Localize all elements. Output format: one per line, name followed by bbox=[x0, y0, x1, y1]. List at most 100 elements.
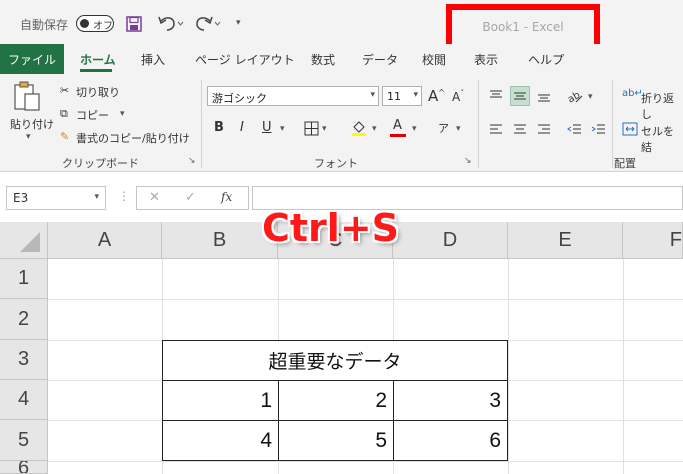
customize-qat-icon[interactable]: ▾ bbox=[236, 18, 241, 28]
copy-button[interactable]: コピー bbox=[76, 107, 109, 123]
font-size-dropdown-icon: ▾ bbox=[413, 90, 418, 100]
tab-insert[interactable]: 挿入 bbox=[141, 44, 165, 74]
autosave-label: 自動保存 bbox=[20, 18, 69, 32]
cell-d5[interactable]: 6 bbox=[393, 420, 508, 461]
font-launcher-icon[interactable]: ↘ bbox=[464, 156, 472, 166]
formula-buttons: ✕ ✓ fx bbox=[136, 186, 249, 210]
row-header-1[interactable]: 1 bbox=[0, 259, 48, 299]
paste-icon[interactable] bbox=[12, 80, 42, 115]
autosave-state: オフ bbox=[93, 21, 113, 32]
cut-button[interactable]: 切り取り bbox=[76, 84, 120, 100]
format-painter-button[interactable]: 書式のコピー/貼り付け bbox=[76, 130, 190, 146]
phonetic-button[interactable]: ア bbox=[438, 120, 449, 136]
column-header-e[interactable]: E bbox=[508, 222, 623, 259]
tab-review[interactable]: 校閲 bbox=[422, 44, 446, 74]
name-box-dropdown-icon: ▾ bbox=[94, 192, 99, 202]
svg-text:ab: ab bbox=[566, 90, 582, 104]
cell-b3-merged-title[interactable]: 超重要なデータ bbox=[162, 340, 508, 381]
increase-indent-icon[interactable] bbox=[590, 121, 606, 140]
clipboard-group-label: クリップボード bbox=[62, 157, 139, 170]
format-painter-icon[interactable]: ✎ bbox=[60, 130, 69, 143]
font-group-label: フォント bbox=[314, 157, 358, 170]
column-header-a[interactable]: A bbox=[48, 222, 162, 259]
phonetic-dropdown-icon[interactable]: ▾ bbox=[456, 124, 461, 134]
paste-dropdown-icon[interactable]: ▾ bbox=[26, 132, 31, 142]
name-box-value: E3 bbox=[13, 191, 29, 205]
row-header-2[interactable]: 2 bbox=[0, 299, 48, 340]
paste-button[interactable]: 貼り付け bbox=[10, 116, 54, 132]
cancel-icon[interactable]: ✕ bbox=[149, 190, 160, 205]
decrease-indent-icon[interactable] bbox=[566, 121, 582, 140]
font-color-dropdown-icon[interactable]: ▾ bbox=[412, 124, 417, 134]
gridline bbox=[48, 299, 683, 300]
name-box[interactable]: E3 ▾ bbox=[6, 186, 106, 210]
column-header-f[interactable]: F bbox=[623, 222, 683, 259]
group-divider bbox=[201, 80, 202, 168]
align-top-icon[interactable] bbox=[488, 88, 504, 107]
borders-icon[interactable] bbox=[304, 121, 319, 139]
grow-font-button[interactable]: A^ bbox=[428, 87, 445, 105]
tab-file[interactable]: ファイル bbox=[0, 44, 64, 74]
merge-center-button[interactable]: セルを結 bbox=[641, 123, 683, 155]
copy-icon[interactable]: ⧉ bbox=[60, 107, 68, 121]
row-header-3[interactable]: 3 bbox=[0, 340, 48, 380]
autosave-toggle[interactable]: オフ bbox=[76, 15, 114, 32]
italic-button[interactable]: I bbox=[240, 120, 244, 135]
window-title: Book1 - Excel bbox=[482, 20, 564, 34]
group-divider bbox=[612, 80, 613, 168]
tab-view[interactable]: 表示 bbox=[474, 44, 498, 74]
fill-color-dropdown-icon[interactable]: ▾ bbox=[372, 124, 377, 134]
align-right-icon[interactable] bbox=[536, 121, 552, 140]
underline-dropdown-icon[interactable]: ▾ bbox=[280, 124, 285, 134]
orientation-dropdown-icon[interactable]: ▾ bbox=[588, 92, 593, 102]
cell-c4[interactable]: 2 bbox=[278, 380, 394, 421]
borders-dropdown-icon[interactable]: ▾ bbox=[322, 124, 327, 134]
align-bottom-icon[interactable] bbox=[536, 88, 552, 107]
tab-help[interactable]: ヘルプ bbox=[528, 44, 564, 74]
cell-d4[interactable]: 3 bbox=[393, 380, 508, 421]
undo-icon[interactable] bbox=[158, 15, 184, 36]
toggle-knob bbox=[80, 19, 89, 28]
alignment-group-label: 配置 bbox=[614, 157, 636, 170]
cell-b5[interactable]: 4 bbox=[162, 420, 279, 461]
enter-icon[interactable]: ✓ bbox=[185, 190, 196, 205]
save-icon[interactable] bbox=[126, 16, 142, 35]
gridline bbox=[623, 259, 624, 474]
gridline bbox=[48, 461, 683, 462]
underline-button[interactable]: U bbox=[262, 120, 272, 135]
tab-page-layout[interactable]: ページ レイアウト bbox=[195, 44, 295, 74]
merge-center-icon[interactable] bbox=[622, 121, 638, 140]
column-header-d[interactable]: D bbox=[393, 222, 508, 259]
wrap-text-icon[interactable]: ab↵ bbox=[622, 88, 643, 99]
row-header-4[interactable]: 4 bbox=[0, 380, 48, 420]
font-name-value: 游ゴシック bbox=[212, 92, 267, 105]
font-color-button[interactable]: A bbox=[393, 118, 402, 133]
group-divider bbox=[478, 80, 479, 168]
select-all-corner[interactable] bbox=[0, 222, 48, 259]
align-middle-icon[interactable] bbox=[512, 88, 528, 107]
font-size-select[interactable]: 11 ▾ bbox=[382, 86, 422, 106]
row-header-5[interactable]: 5 bbox=[0, 420, 48, 461]
column-header-b[interactable]: B bbox=[162, 222, 278, 259]
fill-color-icon[interactable] bbox=[350, 119, 368, 140]
font-size-value: 11 bbox=[387, 90, 401, 103]
copy-dropdown-icon[interactable]: ▾ bbox=[120, 109, 125, 119]
shortcut-annotation: Ctrl+S bbox=[262, 206, 400, 250]
wrap-text-button[interactable]: 折り返し bbox=[641, 90, 683, 122]
shrink-font-button[interactable]: Aˇ bbox=[452, 89, 464, 104]
align-left-icon[interactable] bbox=[488, 121, 504, 140]
row-header-6[interactable]: 6 bbox=[0, 461, 48, 474]
align-center-icon[interactable] bbox=[512, 121, 528, 140]
font-name-select[interactable]: 游ゴシック ▾ bbox=[207, 86, 379, 106]
formula-bar-grip-icon[interactable]: ⋮ bbox=[118, 189, 130, 203]
tab-data[interactable]: データ bbox=[362, 44, 398, 74]
insert-function-icon[interactable]: fx bbox=[221, 190, 232, 204]
cell-b4[interactable]: 1 bbox=[162, 380, 279, 421]
bold-button[interactable]: B bbox=[214, 120, 224, 135]
tab-formulas[interactable]: 数式 bbox=[311, 44, 335, 74]
redo-icon[interactable] bbox=[195, 15, 221, 36]
orientation-icon[interactable]: ab bbox=[566, 88, 584, 107]
cut-icon[interactable]: ✂ bbox=[60, 84, 69, 97]
cell-c5[interactable]: 5 bbox=[278, 420, 394, 461]
clipboard-launcher-icon[interactable]: ↘ bbox=[188, 156, 196, 166]
